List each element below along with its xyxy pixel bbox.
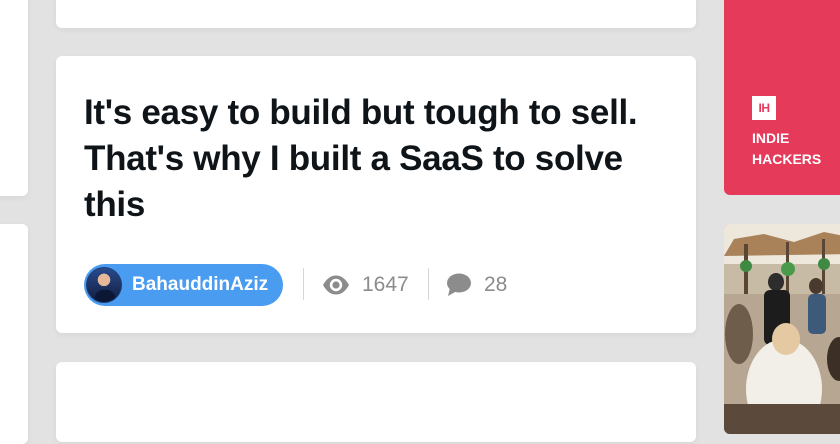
next-post-card[interactable] <box>56 362 696 442</box>
indie-hackers-card[interactable]: IH INDIE HACKERS <box>724 0 840 195</box>
left-feed-card <box>0 0 28 196</box>
comments-count: 28 <box>484 273 508 296</box>
stat-divider <box>303 268 304 300</box>
indie-hackers-logo: IH <box>752 96 776 120</box>
comments-stat[interactable]: 28 <box>446 270 507 300</box>
left-feed-card <box>0 224 28 444</box>
indie-hackers-label: INDIE HACKERS <box>752 130 822 167</box>
views-count: 1647 <box>362 273 409 296</box>
author-name: BahauddinAziz <box>132 274 269 295</box>
author-link[interactable]: BahauddinAziz <box>84 264 284 306</box>
views-stat: 1647 <box>322 270 409 300</box>
cafe-photo[interactable] <box>724 224 840 434</box>
post-title[interactable]: It's easy to build but tough to sell. Th… <box>84 90 684 228</box>
author-avatar <box>86 267 122 303</box>
cafe-photo-image <box>724 224 840 434</box>
previous-post-card[interactable] <box>56 0 696 28</box>
speech-bubble-icon <box>446 273 472 297</box>
stat-divider <box>428 268 429 300</box>
post-card[interactable]: It's easy to build but tough to sell. Th… <box>56 56 696 333</box>
eye-icon <box>322 275 350 295</box>
